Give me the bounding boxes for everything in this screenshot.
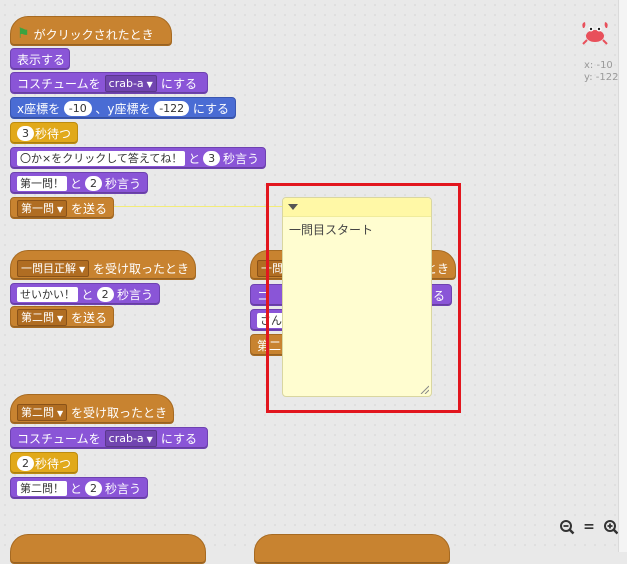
say-secs-input[interactable]: 2 bbox=[96, 286, 114, 302]
say-label: 秒言う bbox=[117, 287, 154, 302]
zoom-controls: = bbox=[558, 518, 620, 536]
crab-sprite-icon bbox=[582, 22, 608, 45]
dropdown-arrow-icon: ▼ bbox=[79, 264, 86, 274]
y-input[interactable]: -122 bbox=[154, 100, 190, 116]
say-for-secs-block-2[interactable]: 第一問！ と 2 秒言う bbox=[10, 172, 148, 194]
say-text-input[interactable]: 第一問！ bbox=[17, 175, 67, 191]
hat-label: を受け取ったとき bbox=[92, 261, 189, 276]
say-secs-input[interactable]: 2 bbox=[84, 480, 102, 496]
broadcast-label: を送る bbox=[70, 310, 107, 325]
message-dropdown[interactable]: 一問目正解 ▼ bbox=[17, 259, 90, 277]
sprite-y: y: -122 bbox=[584, 72, 619, 83]
y-label: 、y座標を bbox=[95, 101, 151, 116]
when-receive-block-cutoff-2[interactable] bbox=[254, 534, 450, 564]
dropdown-arrow-icon: ▼ bbox=[57, 408, 64, 418]
say-label: 秒言う bbox=[104, 176, 141, 191]
say-for-secs-block[interactable]: せいかい！ と 2 秒言う bbox=[10, 283, 160, 305]
show-label: 表示する bbox=[17, 52, 66, 67]
message-value: 第二問 bbox=[21, 405, 54, 419]
zoom-out-button[interactable] bbox=[558, 518, 576, 536]
when-flag-clicked-block[interactable]: ⚑ がクリックされたとき bbox=[10, 16, 172, 46]
costume-suffix: にする bbox=[160, 76, 197, 91]
zoom-in-icon bbox=[604, 520, 619, 535]
dropdown-arrow-icon: ▼ bbox=[146, 79, 153, 89]
say-and: と bbox=[69, 176, 82, 191]
zoom-reset-icon: = bbox=[583, 519, 595, 535]
costume-value: crab-a bbox=[108, 431, 144, 445]
sprite-x: x: -10 bbox=[584, 60, 613, 71]
x-input[interactable]: -10 bbox=[63, 100, 92, 116]
sprite-coordinates: x: -10 y: -122 bbox=[584, 60, 618, 84]
say-secs-input[interactable]: 3 bbox=[203, 150, 221, 166]
script-area[interactable]: ⚑ がクリックされたとき 表示する コスチュームを crab-a ▼ にする x座… bbox=[0, 0, 620, 564]
zoom-out-icon bbox=[560, 520, 575, 535]
broadcast-block[interactable]: 第一問 ▼ を送る bbox=[10, 197, 114, 219]
costume-dropdown[interactable]: crab-a ▼ bbox=[104, 74, 157, 92]
say-text-input[interactable]: 第二問！ bbox=[17, 480, 67, 496]
costume-dropdown[interactable]: crab-a ▼ bbox=[104, 429, 157, 447]
say-secs-input[interactable]: 2 bbox=[84, 175, 102, 191]
broadcast-dropdown[interactable]: 第二問 ▼ bbox=[17, 308, 68, 326]
broadcast-block[interactable]: 第二問 ▼ を送る bbox=[10, 306, 114, 328]
x-label: x座標を bbox=[17, 101, 61, 116]
zoom-reset-button[interactable]: = bbox=[580, 518, 598, 536]
show-block[interactable]: 表示する bbox=[10, 48, 70, 70]
hat-label: を受け取ったとき bbox=[70, 405, 167, 420]
say-and: と bbox=[81, 287, 94, 302]
costume-prefix: コスチュームを bbox=[17, 431, 101, 446]
say-and: と bbox=[188, 151, 201, 166]
green-flag-icon: ⚑ bbox=[17, 26, 30, 42]
dropdown-arrow-icon: ▼ bbox=[57, 204, 64, 214]
dropdown-arrow-icon: ▼ bbox=[146, 434, 153, 444]
say-text-input[interactable]: せいかい！ bbox=[17, 286, 78, 302]
costume-prefix: コスチュームを bbox=[17, 76, 101, 91]
say-text-input[interactable]: 〇か×をクリックして答えてね！ bbox=[17, 150, 186, 166]
when-receive-block[interactable]: 一問目正解 ▼ を受け取ったとき bbox=[10, 250, 196, 280]
say-and: と bbox=[69, 481, 82, 496]
hat-label: がクリックされたとき bbox=[33, 27, 154, 42]
broadcast-label: を送る bbox=[70, 201, 107, 216]
goto-xy-block[interactable]: x座標を -10 、y座標を -122 にする bbox=[10, 97, 236, 119]
say-label: 秒言う bbox=[104, 481, 141, 496]
broadcast-value: 第一問 bbox=[21, 201, 54, 215]
wait-label: 秒待つ bbox=[34, 126, 71, 141]
wait-label: 秒待つ bbox=[34, 456, 71, 471]
highlight-box bbox=[266, 183, 461, 413]
message-value: 一問目正解 bbox=[21, 261, 76, 275]
vertical-scrollbar[interactable] bbox=[618, 0, 627, 552]
broadcast-value: 第二問 bbox=[21, 310, 54, 324]
costume-suffix: にする bbox=[160, 431, 197, 446]
comment-connector bbox=[114, 206, 284, 207]
when-receive-block[interactable]: 第二問 ▼ を受け取ったとき bbox=[10, 394, 174, 424]
wait-input[interactable]: 3 bbox=[17, 125, 34, 141]
wait-block[interactable]: 2 秒待つ bbox=[10, 452, 78, 474]
wait-block[interactable]: 3 秒待つ bbox=[10, 122, 78, 144]
switch-costume-block[interactable]: コスチュームを crab-a ▼ にする bbox=[10, 427, 208, 449]
message-dropdown[interactable]: 第二問 ▼ bbox=[17, 403, 68, 421]
broadcast-dropdown[interactable]: 第一問 ▼ bbox=[17, 199, 68, 217]
dropdown-arrow-icon: ▼ bbox=[57, 313, 64, 323]
say-label: 秒言う bbox=[222, 151, 259, 166]
switch-costume-block[interactable]: コスチュームを crab-a ▼ にする bbox=[10, 72, 208, 94]
wait-input[interactable]: 2 bbox=[17, 455, 34, 471]
costume-value: crab-a bbox=[108, 76, 144, 90]
when-receive-block-cutoff-1[interactable] bbox=[10, 534, 206, 564]
say-for-secs-block-1[interactable]: 〇か×をクリックして答えてね！ と 3 秒言う bbox=[10, 147, 266, 169]
say-for-secs-block[interactable]: 第二問！ と 2 秒言う bbox=[10, 477, 148, 499]
goto-suffix: にする bbox=[192, 101, 229, 116]
